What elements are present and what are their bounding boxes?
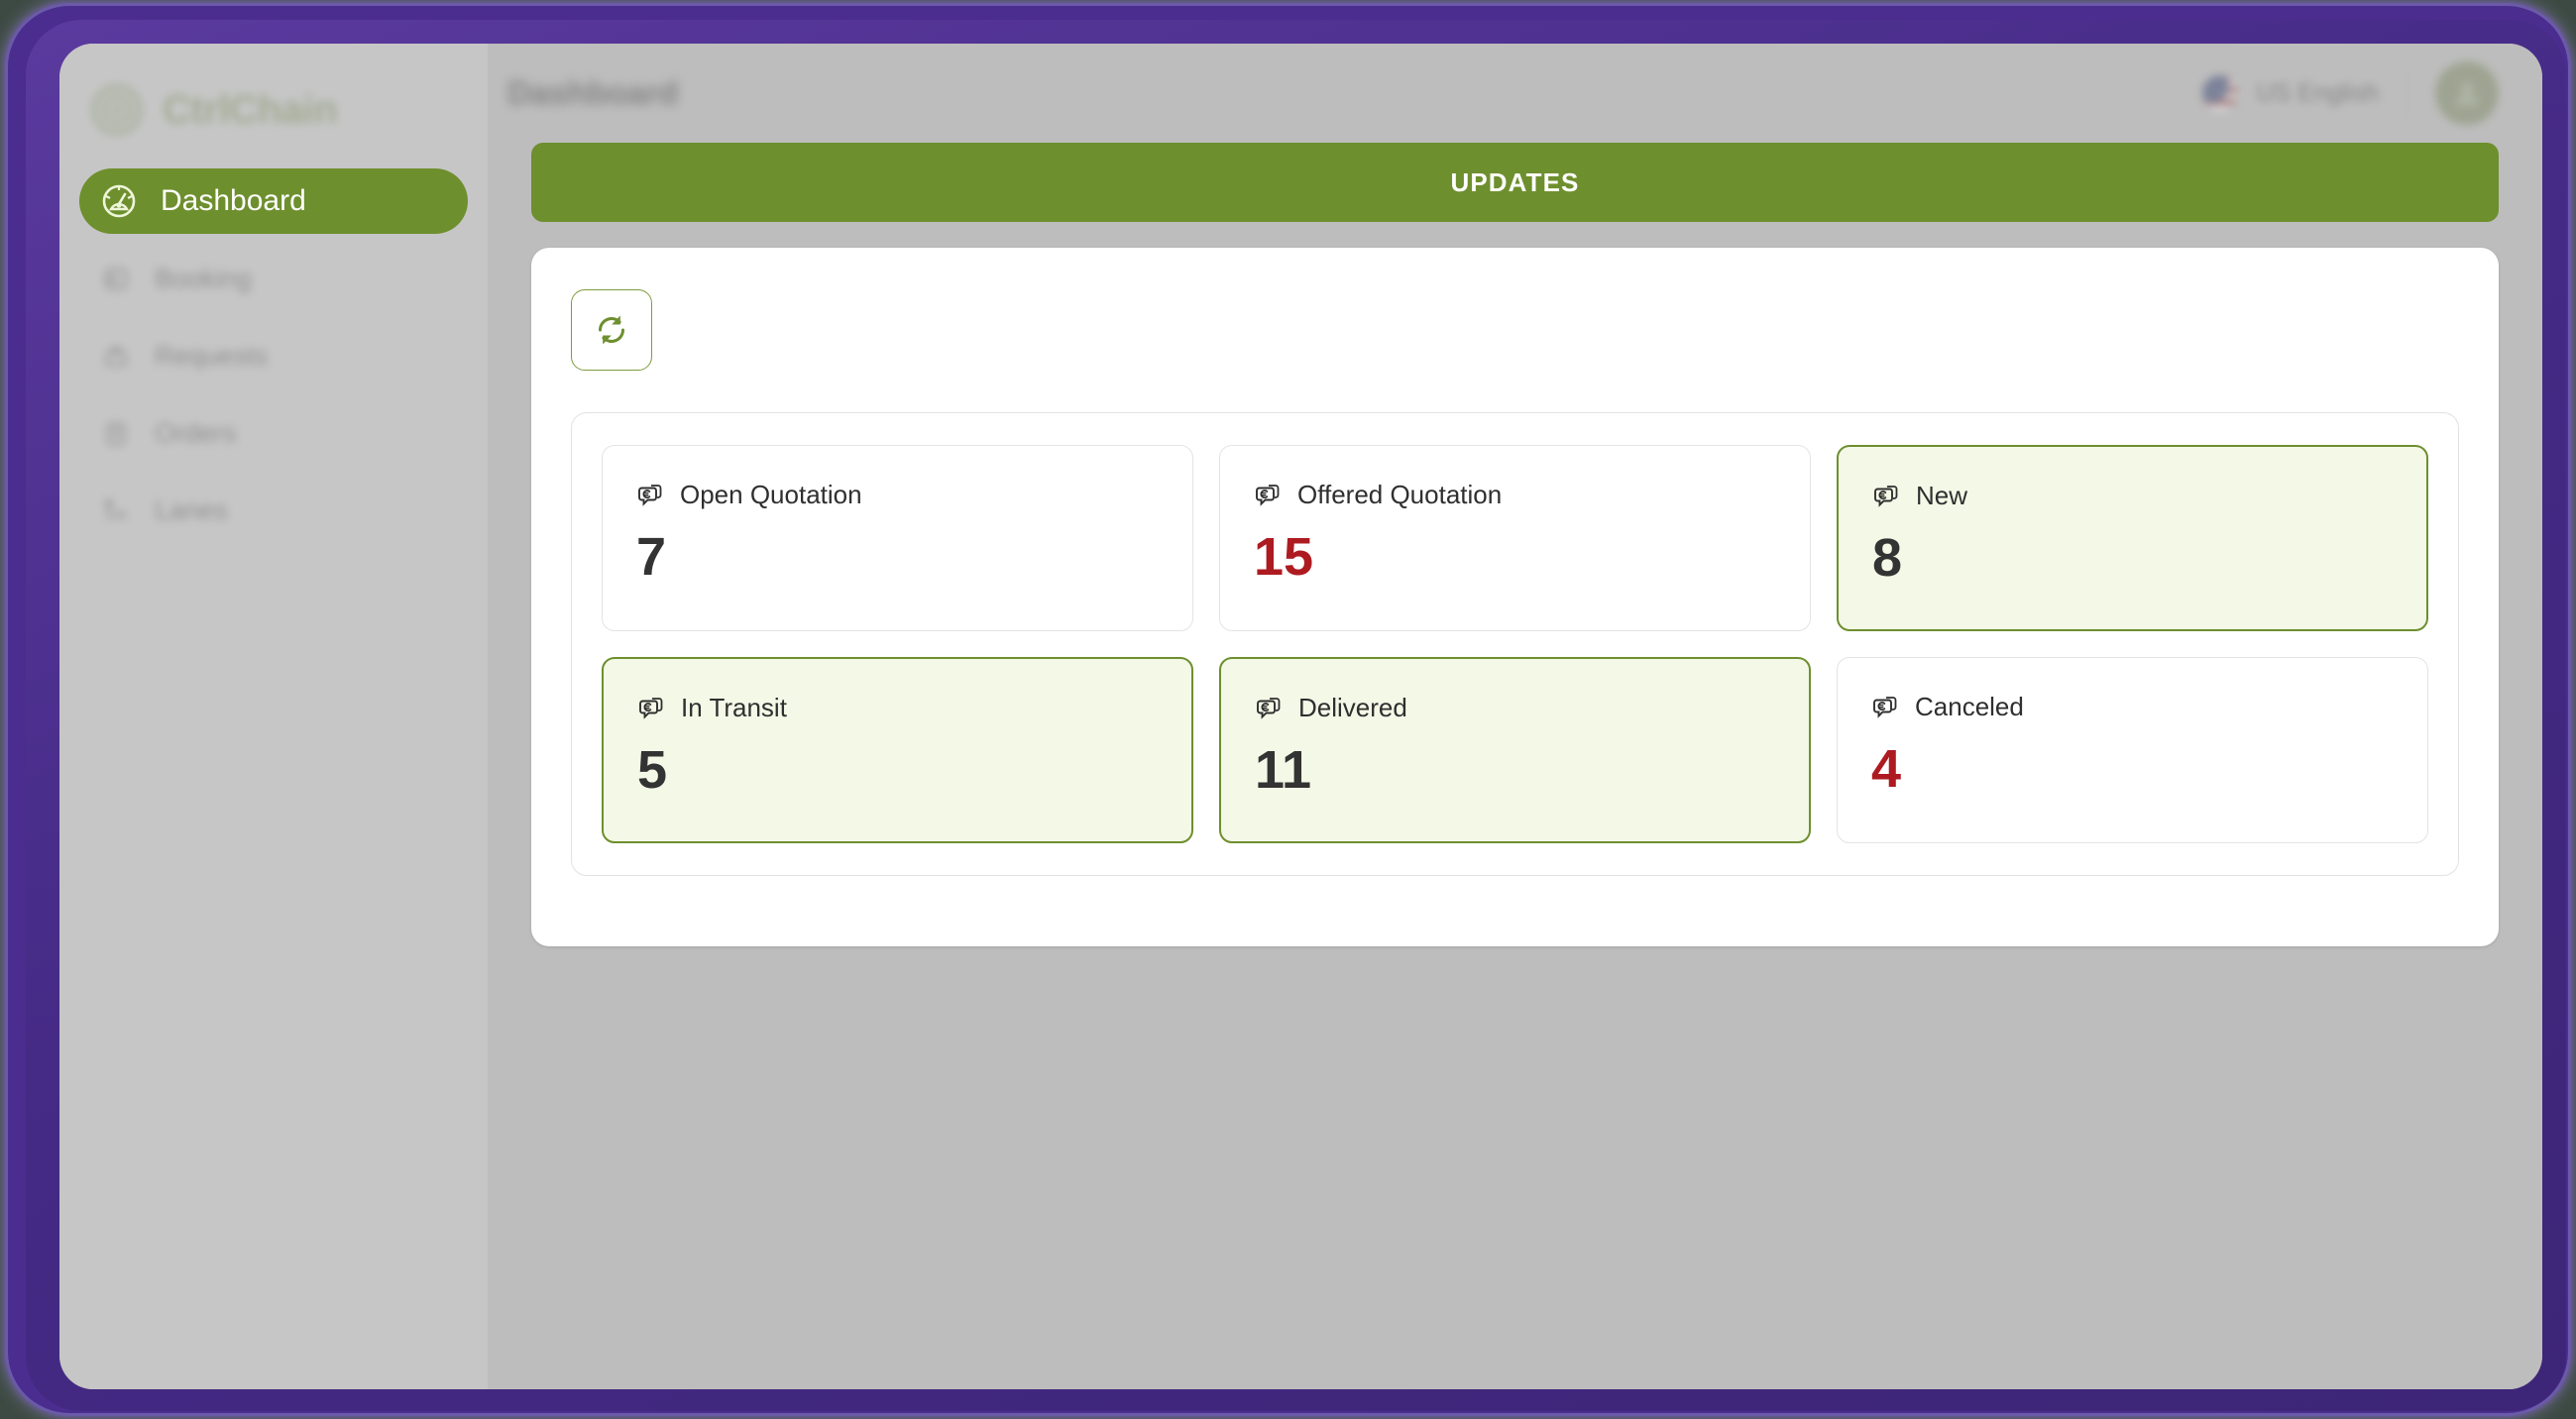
brand[interactable]: CtrlChain [59,44,488,139]
euro-quotation-icon [1257,697,1281,719]
avatar[interactable] [2435,61,2499,125]
sidebar: CtrlChain Dashboard Booking Requests Ord… [59,44,488,1389]
stat-card-offered-quotation[interactable]: Offered Quotation 15 [1219,445,1811,631]
language-label: US English [2256,78,2379,107]
sidebar-item-lanes[interactable]: Lanes [79,478,468,543]
lanes-icon [105,499,126,520]
refresh-button[interactable] [571,289,652,371]
sidebar-item-dashboard[interactable]: Dashboard [79,168,468,234]
euro-quotation-icon [1873,696,1897,718]
stat-head: Delivered [1255,693,1775,723]
speedometer-icon [102,184,136,218]
euro-quotation-icon [1874,485,1898,507]
stat-value: 7 [636,527,667,587]
sidebar-item-label: Requests [155,340,269,371]
requests-icon [105,346,127,367]
stat-value: 5 [637,740,668,800]
topbar-right: US English [2202,61,2499,125]
stat-head: Open Quotation [636,480,1159,510]
brand-name: CtrlChain [163,87,338,132]
main-area: Dashboard US English UPDATES Open Quotat… [488,44,2542,1389]
updates-banner-label: UPDATES [1450,166,1580,197]
euro-quotation-icon [638,484,662,506]
sidebar-item-label: Orders [155,417,237,448]
sidebar-item-orders[interactable]: Orders [79,400,468,466]
stat-card-delivered[interactable]: Delivered 11 [1219,657,1811,843]
target-circle-icon [92,85,142,135]
topbar: Dashboard US English [488,44,2542,143]
app-window: CtrlChain Dashboard Booking Requests Ord… [59,44,2542,1389]
stat-value: 15 [1254,527,1314,587]
stat-head: Offered Quotation [1254,480,1776,510]
euro-quotation-icon [1256,484,1280,506]
sidebar-item-booking[interactable]: Booking [79,246,468,311]
page-title: Dashboard [507,74,679,111]
language-selector[interactable]: US English [2202,75,2379,111]
stat-label: New [1916,481,1968,510]
user-icon [2455,82,2479,106]
sidebar-item-requests[interactable]: Requests [79,323,468,388]
stat-card-in-transit[interactable]: In Transit 5 [602,657,1193,843]
stat-card-open-quotation[interactable]: Open Quotation 7 [602,445,1193,631]
stat-head: New [1872,481,2393,511]
stat-label: Canceled [1915,692,2024,721]
stat-head: Canceled [1871,692,2394,722]
orders-icon [106,422,126,446]
stats-grid: Open Quotation 7 Offered Quotation 15 Ne… [602,445,2428,843]
booking-icon [104,268,128,290]
sidebar-nav: Dashboard Booking Requests Orders Lanes [59,168,488,543]
stat-label: Delivered [1298,693,1407,722]
sidebar-item-label: Dashboard [161,184,306,217]
us-flag-icon [2202,75,2239,111]
stat-value: 11 [1255,740,1312,800]
stat-head: In Transit [637,693,1158,723]
stat-label: In Transit [681,693,787,722]
updates-content-card: Open Quotation 7 Offered Quotation 15 Ne… [531,248,2499,946]
updates-banner[interactable]: UPDATES [531,143,2499,222]
stat-value: 4 [1871,739,1902,799]
stats-container: Open Quotation 7 Offered Quotation 15 Ne… [571,412,2459,876]
stat-label: Open Quotation [680,480,862,509]
topbar-divider [2407,69,2408,117]
sidebar-item-label: Booking [155,263,252,293]
stat-card-new[interactable]: New 8 [1837,445,2428,631]
euro-quotation-icon [639,697,663,719]
sidebar-item-label: Lanes [155,494,228,525]
stat-card-canceled[interactable]: Canceled 4 [1837,657,2428,843]
stat-value: 8 [1872,528,1903,588]
device-frame: CtrlChain Dashboard Booking Requests Ord… [8,6,2568,1413]
stat-label: Offered Quotation [1297,480,1503,509]
refresh-icon [599,315,624,345]
